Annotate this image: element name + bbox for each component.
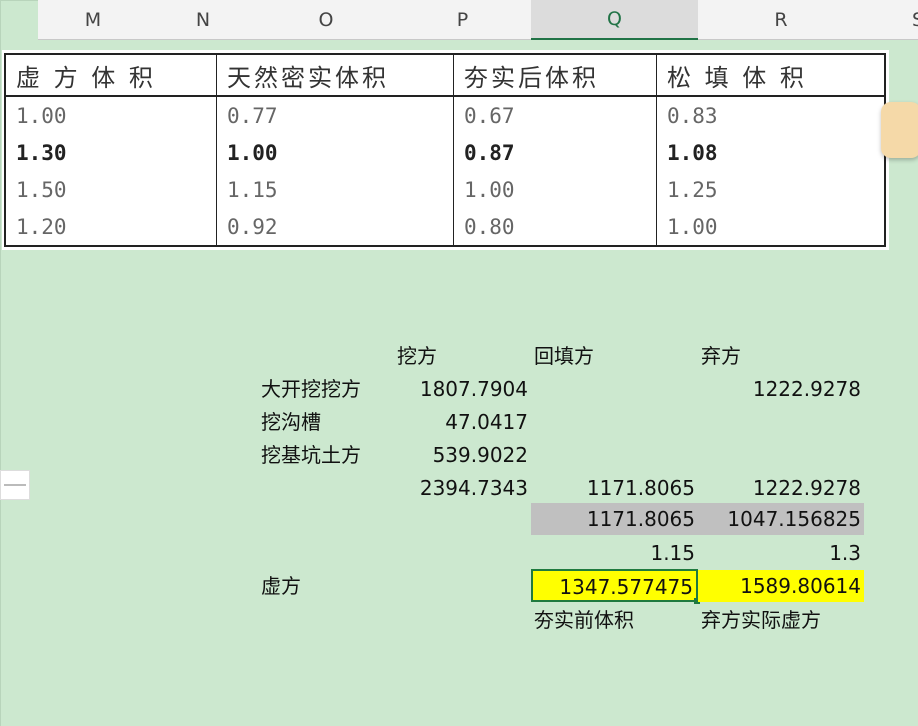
ref-cell: 1.15 bbox=[216, 171, 454, 208]
ref-cell: 1.00 bbox=[656, 208, 886, 246]
column-header-s[interactable]: S bbox=[864, 0, 918, 40]
cell-q-note[interactable]: 夯实前体积 bbox=[531, 604, 698, 636]
cell-q-sum[interactable]: 1171.8065 bbox=[531, 472, 698, 504]
column-header-q[interactable]: Q bbox=[531, 0, 698, 40]
ref-cell: 0.87 bbox=[453, 134, 657, 171]
cell-o-label[interactable]: 挖沟槽 bbox=[258, 406, 394, 438]
ref-cell: 1.00 bbox=[453, 171, 657, 208]
cell-p-header[interactable]: 挖方 bbox=[394, 340, 531, 372]
ref-cell: 1.08 bbox=[656, 134, 886, 171]
ref-cell: 1.50 bbox=[4, 171, 217, 208]
cell-q-header[interactable]: 回填方 bbox=[531, 340, 698, 372]
cell-q-gray[interactable]: 1171.8065 bbox=[531, 503, 698, 535]
embedded-thumbnail-image[interactable] bbox=[0, 470, 30, 500]
ref-cell: 1.20 bbox=[4, 208, 217, 246]
thumbnail-line bbox=[4, 484, 26, 486]
cell-r-factor[interactable]: 1.3 bbox=[698, 537, 864, 569]
ref-cell: 0.83 bbox=[656, 96, 886, 134]
column-header-o[interactable]: O bbox=[258, 0, 394, 40]
ref-cell: 1.30 bbox=[4, 134, 217, 171]
cell-p-value[interactable]: 47.0417 bbox=[394, 406, 531, 438]
column-header-m[interactable]: M bbox=[38, 0, 148, 40]
ref-cell: 1.00 bbox=[4, 96, 217, 134]
ref-header-cell: 虚 方 体 积 bbox=[4, 53, 217, 97]
cell-p-sum[interactable]: 2394.7343 bbox=[394, 472, 531, 504]
ref-header-cell: 夯实后体积 bbox=[453, 53, 657, 97]
cell-q-selected[interactable]: 1347.577475 bbox=[531, 569, 698, 602]
cell-r-note[interactable]: 弃方实际虚方 bbox=[698, 604, 864, 636]
ref-cell: 1.00 bbox=[216, 134, 454, 171]
column-header-r[interactable]: R bbox=[698, 0, 864, 40]
cell-r-gray[interactable]: 1047.156825 bbox=[698, 503, 864, 535]
ref-header-cell: 天然密实体积 bbox=[216, 53, 454, 97]
spreadsheet-grid[interactable]: M N O P Q R S 虚 方 体 积 天然密实体积 夯实后体积 松 填 体… bbox=[0, 0, 918, 726]
column-header-s-label: S bbox=[911, 8, 918, 31]
ref-cell: 1.25 bbox=[656, 171, 886, 208]
volume-conversion-table: 虚 方 体 积 天然密实体积 夯实后体积 松 填 体 积 1.00 0.77 0… bbox=[4, 53, 886, 247]
column-header-p[interactable]: P bbox=[394, 0, 531, 40]
cell-r-xu[interactable]: 1589.80614 bbox=[698, 570, 864, 602]
ref-cell: 0.77 bbox=[216, 96, 454, 134]
ref-cell: 0.80 bbox=[453, 208, 657, 246]
column-header-n[interactable]: N bbox=[148, 0, 258, 40]
cell-p-value[interactable]: 539.9022 bbox=[394, 439, 531, 471]
cell-p-value[interactable]: 1807.7904 bbox=[394, 373, 531, 405]
cell-r-header[interactable]: 弃方 bbox=[698, 340, 864, 372]
cell-o-label[interactable]: 挖基坑土方 bbox=[258, 439, 394, 471]
cell-q-factor[interactable]: 1.15 bbox=[531, 537, 698, 569]
floating-side-panel-button[interactable]: ▐ bbox=[881, 102, 918, 158]
ref-header-cell: 松 填 体 积 bbox=[656, 53, 886, 97]
cell-r-sum[interactable]: 1222.9278 bbox=[698, 472, 864, 504]
cell-o-label[interactable]: 大开挖挖方 bbox=[258, 373, 394, 405]
cell-o-xu-label[interactable]: 虚方 bbox=[258, 570, 394, 602]
reference-table-image[interactable]: 虚 方 体 积 天然密实体积 夯实后体积 松 填 体 积 1.00 0.77 0… bbox=[2, 50, 889, 250]
ref-cell: 0.67 bbox=[453, 96, 657, 134]
cell-r-value[interactable]: 1222.9278 bbox=[698, 373, 864, 405]
ref-cell: 0.92 bbox=[216, 208, 454, 246]
